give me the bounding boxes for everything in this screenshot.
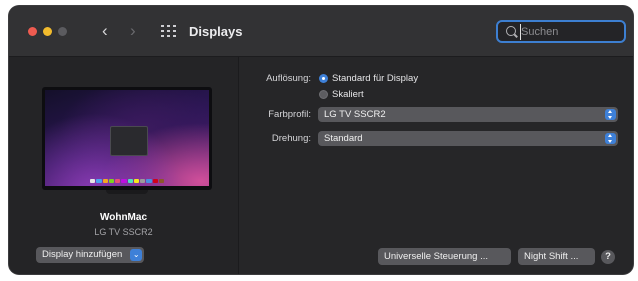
color-profile-label: Farbprofil: xyxy=(268,109,311,120)
select-stepper-icon xyxy=(605,109,616,120)
back-chevron-icon[interactable]: ‹ xyxy=(102,22,108,39)
close-button[interactable] xyxy=(28,27,37,36)
search-field[interactable] xyxy=(496,20,626,43)
display-sidebar: WohnMac LG TV SSCR2 Display hinzufügen ⌄ xyxy=(9,57,239,274)
window-title: Displays xyxy=(189,24,243,39)
zoom-button[interactable] xyxy=(58,27,67,36)
resolution-default-radio[interactable] xyxy=(319,74,328,83)
resolution-scaled-label: Skaliert xyxy=(332,89,364,100)
add-display-label: Display hinzufügen xyxy=(42,249,123,260)
search-input[interactable] xyxy=(520,24,621,40)
monitor-stand xyxy=(106,190,148,194)
wallpaper-preview xyxy=(45,90,209,186)
show-all-grid-icon[interactable] xyxy=(161,25,177,37)
chevron-down-icon: ⌄ xyxy=(130,249,143,261)
rotation-label: Drehung: xyxy=(271,133,311,144)
forward-chevron-icon[interactable]: › xyxy=(130,22,136,39)
minimize-button[interactable] xyxy=(43,27,52,36)
color-profile-select[interactable]: LG TV SSCR2 xyxy=(318,107,618,122)
mini-window-preview xyxy=(110,126,148,156)
select-stepper-icon xyxy=(605,133,616,144)
resolution-default-label: Standard für Display xyxy=(332,73,419,84)
night-shift-button[interactable]: Night Shift ... xyxy=(518,248,595,265)
color-profile-value: LG TV SSCR2 xyxy=(324,109,386,120)
universal-control-button[interactable]: Universelle Steuerung ... xyxy=(378,248,511,265)
displays-window: ‹ › Displays WohnMac L xyxy=(9,6,633,274)
add-display-button[interactable]: Display hinzufügen ⌄ xyxy=(36,247,145,263)
rotation-select[interactable]: Standard xyxy=(318,131,618,146)
help-button[interactable]: ? xyxy=(601,250,615,264)
title-bar: ‹ › Displays xyxy=(9,6,633,57)
resolution-scaled-radio[interactable] xyxy=(319,90,328,99)
display-thumbnail[interactable] xyxy=(42,87,212,190)
dock-preview xyxy=(90,179,164,183)
rotation-value: Standard xyxy=(324,133,363,144)
display-name: WohnMac xyxy=(99,212,148,223)
resolution-label: Auflösung: xyxy=(266,73,311,84)
display-model: LG TV SSCR2 xyxy=(94,227,153,237)
search-icon xyxy=(506,26,516,36)
